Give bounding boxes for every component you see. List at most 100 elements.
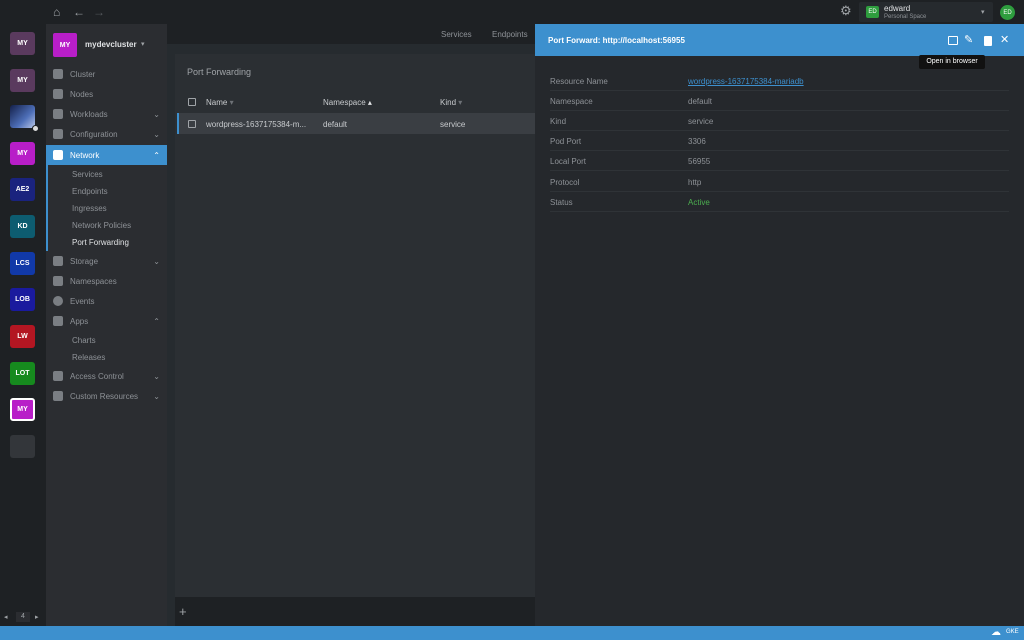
sidebar-subitem-network-policies[interactable]: Network Policies (72, 221, 131, 230)
chevron-down-icon: ▾ (981, 9, 985, 16)
cluster-icon-empty[interactable] (10, 435, 35, 458)
sidebar-item-access-control[interactable]: Access Control ⌄ (46, 366, 167, 386)
divider (550, 130, 1009, 131)
home-icon[interactable]: ⌂ (53, 6, 60, 18)
sidebar-item-events[interactable]: Events (46, 291, 167, 311)
sidebar: MY mydevcluster ▾ Cluster Nodes Workload… (46, 24, 167, 626)
workspace-avatar: ED (866, 6, 879, 18)
chevron-down-icon: ⌄ (153, 129, 160, 139)
field-label: Local Port (550, 157, 587, 166)
trash-icon[interactable] (984, 36, 992, 46)
add-icon[interactable]: + (179, 604, 187, 619)
sidebar-subitem-releases[interactable]: Releases (72, 353, 105, 362)
sidebar-subitem-ingresses[interactable]: Ingresses (72, 204, 107, 213)
field-label: Pod Port (550, 137, 582, 146)
cluster-name[interactable]: mydevcluster (85, 40, 137, 49)
divider (550, 150, 1009, 151)
chevron-down-icon: ⌄ (153, 391, 160, 401)
sidebar-item-namespaces[interactable]: Namespaces (46, 271, 167, 291)
hotbar-prev-icon[interactable]: ◂ (4, 613, 8, 621)
cluster-icon-my[interactable]: MY (10, 69, 35, 92)
storage-icon (53, 256, 63, 266)
close-icon[interactable]: ✕ (1000, 33, 1009, 46)
cluster-icon-kd[interactable]: KD (10, 215, 35, 238)
cluster-badge: MY (53, 33, 77, 57)
sidebar-item-label: Network (70, 150, 100, 160)
cluster-icon-image[interactable] (10, 105, 39, 132)
field-label: Resource Name (550, 77, 608, 86)
column-header-namespace[interactable]: Namespace ▴ (323, 98, 372, 107)
cluster-icon-ae2[interactable]: AE2 (10, 178, 35, 201)
divider (550, 191, 1009, 192)
gear-icon[interactable]: ⚙ (840, 4, 852, 17)
open-in-browser-icon[interactable] (948, 36, 958, 45)
sidebar-item-workloads[interactable]: Workloads ⌄ (46, 104, 167, 124)
sort-asc-icon: ▴ (367, 98, 372, 107)
sidebar-subitem-endpoints[interactable]: Endpoints (72, 187, 108, 196)
sidebar-item-custom-resources[interactable]: Custom Resources ⌄ (46, 386, 167, 406)
status-label: GKE (1006, 629, 1019, 635)
sort-icon: ▾ (458, 98, 463, 107)
cluster-icon-my[interactable]: MY (10, 32, 35, 55)
column-label: Name (206, 98, 228, 107)
chevron-down-icon: ⌄ (153, 256, 160, 266)
network-submenu-indicator (46, 165, 48, 251)
column-label: Kind (440, 98, 457, 107)
avatar[interactable]: ED (1000, 5, 1015, 20)
sidebar-subitem-port-forwarding[interactable]: Port Forwarding (72, 238, 129, 247)
chevron-down-icon[interactable]: ▾ (141, 40, 145, 48)
column-header-kind[interactable]: Kind ▾ (440, 98, 462, 107)
drawer-header: Port Forward: http://localhost:56955 ✎ ✕ (535, 24, 1024, 56)
resource-name-link[interactable]: wordpress-1637175384-mariadb (688, 77, 804, 86)
chevron-down-icon: ⌄ (153, 371, 160, 381)
field-label: Status (550, 198, 573, 207)
sidebar-item-cluster[interactable]: Cluster (46, 64, 167, 84)
cluster-icon-lot[interactable]: LOT (10, 362, 35, 385)
puzzle-icon (53, 391, 63, 401)
edit-icon[interactable]: ✎ (964, 33, 973, 46)
sidebar-item-label: Workloads (70, 109, 108, 119)
field-label: Namespace (550, 97, 593, 106)
workspace-name: Personal Space (884, 14, 927, 20)
sidebar-item-label: Storage (70, 256, 99, 266)
back-arrow-icon[interactable]: ← (73, 6, 85, 18)
column-header-name[interactable]: Name ▾ (206, 98, 234, 107)
user-workspace-selector[interactable]: ED edward Personal Space ▾ (859, 2, 993, 22)
cluster-icon (53, 69, 63, 79)
sidebar-item-configuration[interactable]: Configuration ⌄ (46, 124, 167, 144)
cluster-icon-lw[interactable]: LW (10, 325, 35, 348)
hotbar-next-icon[interactable]: ▸ (35, 613, 39, 621)
drawer-title: Port Forward: http://localhost:56955 (548, 36, 685, 45)
sidebar-item-storage[interactable]: Storage ⌄ (46, 251, 167, 271)
field-value: 3306 (688, 137, 706, 146)
row-checkbox[interactable] (188, 120, 196, 128)
chevron-up-icon: ⌃ (153, 316, 160, 326)
divider (550, 211, 1009, 212)
sidebar-item-apps[interactable]: Apps ⌃ (46, 311, 167, 331)
divider (550, 110, 1009, 111)
sidebar-subitem-services[interactable]: Services (72, 170, 103, 179)
sidebar-item-network[interactable]: Network ⌃ (46, 145, 167, 165)
top-bar: ⌂ ← → ⚙ ED edward Personal Space ▾ ED (0, 0, 1024, 24)
cluster-icon-lob[interactable]: LOB (10, 288, 35, 311)
details-drawer: Port Forward: http://localhost:56955 ✎ ✕… (535, 24, 1024, 626)
select-all-checkbox[interactable] (188, 98, 196, 106)
nodes-icon (53, 89, 63, 99)
forward-arrow-icon[interactable]: → (93, 6, 105, 18)
status-badge: Active (688, 198, 710, 207)
tab-services[interactable]: Services (441, 30, 472, 39)
chevron-down-icon: ⌄ (153, 109, 160, 119)
cluster-icon-my[interactable]: MY (10, 142, 35, 165)
page-title: Port Forwarding (187, 67, 252, 77)
sidebar-subitem-charts[interactable]: Charts (72, 336, 96, 345)
user-name: edward (884, 4, 911, 13)
hotbar-page-number: 4 (16, 612, 30, 622)
cluster-icon-my-active[interactable]: MY (10, 398, 35, 421)
shield-icon (53, 371, 63, 381)
cell-namespace: default (323, 120, 348, 129)
sidebar-item-nodes[interactable]: Nodes (46, 84, 167, 104)
cluster-icon-lcs[interactable]: LCS (10, 252, 35, 275)
tab-endpoints[interactable]: Endpoints (492, 30, 528, 39)
sidebar-item-label: Apps (70, 316, 89, 326)
cloud-icon: ☁ (991, 627, 1001, 638)
